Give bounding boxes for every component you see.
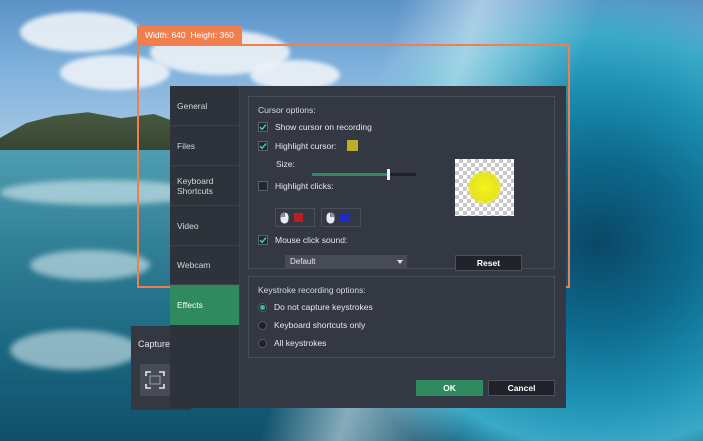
highlight-clicks-checkbox[interactable] (258, 181, 268, 191)
cursor-preview (455, 159, 514, 216)
size-slider[interactable] (312, 169, 416, 180)
highlight-cursor-label: Highlight cursor: (275, 140, 337, 151)
show-cursor-row[interactable]: Show cursor on recording (258, 122, 372, 132)
mouse-click-sound-label: Mouse click sound: (275, 235, 348, 245)
left-mouse-button-icon (280, 212, 289, 224)
radio-button[interactable] (258, 302, 267, 312)
tab-keyboard-shortcuts[interactable]: Keyboard Shortcuts (170, 166, 239, 206)
checkmark-icon (259, 142, 267, 149)
left-click-color-swatch (294, 213, 303, 222)
right-click-color-swatch (340, 213, 349, 222)
ok-label: OK (443, 383, 456, 393)
preferences-sidebar: General Files Keyboard Shortcuts Video W… (170, 86, 240, 408)
size-slider-fill (312, 173, 388, 176)
capture-label: Capture (138, 339, 171, 349)
keystroke-option-label: Do not capture keystrokes (274, 302, 373, 312)
ok-button[interactable]: OK (416, 380, 483, 396)
capture-area-button[interactable] (140, 364, 170, 396)
keystroke-option-all[interactable]: All keystrokes (258, 338, 326, 348)
foam (30, 250, 150, 280)
checkmark-icon (259, 237, 267, 244)
keystroke-option-none[interactable]: Do not capture keystrokes (258, 302, 373, 312)
tab-effects[interactable]: Effects (170, 285, 239, 325)
tab-label: Video (177, 220, 199, 231)
checkmark-icon (259, 124, 267, 131)
radio-button[interactable] (258, 338, 267, 348)
keystroke-options-title: Keystroke recording options: (258, 285, 366, 295)
tab-label: Effects (177, 300, 203, 310)
highlight-cursor-row[interactable]: Highlight cursor: (258, 140, 359, 151)
effects-panel: Cursor options: Show cursor on recording… (240, 86, 566, 408)
reset-button[interactable]: Reset (455, 255, 522, 271)
cancel-button[interactable]: Cancel (488, 380, 555, 396)
tab-webcam[interactable]: Webcam (170, 246, 239, 285)
tab-files[interactable]: Files (170, 126, 239, 166)
radio-button[interactable] (258, 320, 267, 330)
preferences-dialog: General Files Keyboard Shortcuts Video W… (170, 86, 566, 408)
highlight-clicks-row[interactable]: Highlight clicks: (258, 181, 334, 191)
keystroke-option-label: All keystrokes (274, 338, 327, 348)
reset-label: Reset (476, 258, 501, 268)
click-sound-value: Default (290, 257, 316, 266)
chevron-down-icon (397, 260, 403, 264)
capture-area-icon (145, 371, 165, 389)
cursor-highlight-preview (468, 171, 501, 204)
capture-size-label: Width: 640 Height: 360 (137, 26, 242, 44)
mouse-click-sound-row[interactable]: Mouse click sound: (258, 235, 347, 245)
foam (10, 330, 140, 370)
click-sound-select[interactable]: Default (285, 255, 407, 269)
keystroke-options-group: Keystroke recording options: Do not capt… (248, 276, 555, 358)
highlight-color-swatch[interactable] (347, 140, 359, 151)
radio-selected-dot (260, 304, 265, 310)
right-click-color[interactable] (321, 208, 361, 227)
cancel-label: Cancel (507, 383, 536, 393)
highlight-cursor-checkbox[interactable] (258, 140, 268, 151)
tab-label: Keyboard Shortcuts (177, 175, 214, 196)
show-cursor-checkbox[interactable] (258, 122, 268, 132)
right-mouse-button-icon (326, 212, 335, 224)
tab-general[interactable]: General (170, 86, 239, 126)
show-cursor-label: Show cursor on recording (275, 122, 372, 132)
tab-label: Files (177, 140, 195, 151)
cursor-options-title: Cursor options: (258, 105, 316, 115)
height-label: Height: 360 (190, 30, 234, 40)
tab-label: Webcam (177, 260, 211, 270)
keystroke-option-label: Keyboard shortcuts only (274, 320, 366, 330)
size-slider-thumb[interactable] (386, 169, 390, 180)
left-click-color[interactable] (275, 208, 315, 227)
tab-video[interactable]: Video (170, 206, 239, 246)
size-label: Size: (276, 159, 295, 169)
keystroke-option-shortcuts[interactable]: Keyboard shortcuts only (258, 320, 365, 330)
highlight-clicks-label: Highlight clicks: (275, 181, 334, 191)
mouse-click-sound-checkbox[interactable] (258, 235, 268, 245)
cloud (20, 12, 140, 52)
tab-label: General (177, 100, 208, 111)
width-label: Width: 640 (145, 30, 186, 40)
cursor-options-group: Cursor options: Show cursor on recording… (248, 96, 555, 271)
